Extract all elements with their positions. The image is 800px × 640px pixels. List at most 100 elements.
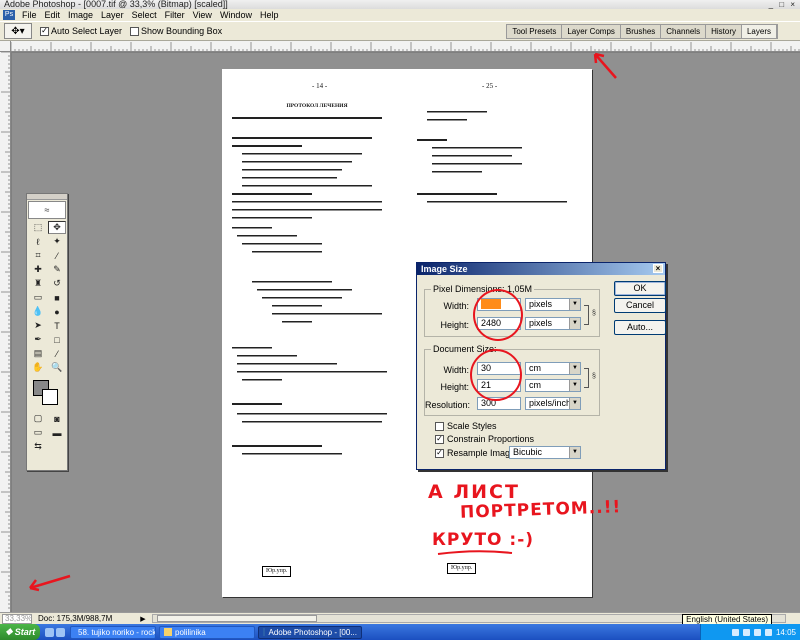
zoom-level-field[interactable]: 33,33%	[2, 613, 32, 624]
start-button[interactable]: ❖ Start	[0, 624, 40, 640]
tool-preset-picker[interactable]: ✥▾	[4, 23, 32, 39]
right-page-number: - 25 -	[482, 82, 498, 90]
taskbar: ❖ Start 58. tujiko noriko - rocket ... p…	[0, 624, 800, 640]
well-history[interactable]: History	[706, 25, 742, 38]
ruler-ticks-top	[11, 42, 800, 51]
pen-tool-icon[interactable]: ✒	[29, 333, 47, 346]
resample-image-checkbox[interactable]: ✓	[435, 448, 444, 458]
photoshop-logo-icon[interactable]: Ps	[3, 10, 15, 20]
quick-mask-mode-icon[interactable]: ◙	[48, 412, 66, 425]
auto-select-layer-option[interactable]: ✓ Auto Select Layer	[40, 26, 122, 36]
clock[interactable]: 14:05	[776, 628, 796, 637]
resample-image-option[interactable]: ✓ Resample Image:	[435, 448, 518, 458]
resolution-unit-select[interactable]: pixels/inch ▼	[525, 397, 581, 410]
well-tool-presets[interactable]: Tool Presets	[507, 25, 563, 38]
constrain-proportions-label: Constrain Proportions	[447, 434, 535, 444]
eraser-tool-icon[interactable]: ▭	[29, 291, 47, 304]
type-tool-icon[interactable]: T	[48, 319, 66, 332]
show-bounding-box-option[interactable]: Show Bounding Box	[130, 26, 222, 36]
scale-styles-option[interactable]: Scale Styles	[435, 421, 497, 431]
clone-stamp-tool-icon[interactable]: ♜	[29, 277, 47, 290]
magic-wand-tool-icon[interactable]: ✦	[48, 235, 66, 248]
tools-palette-titlebar[interactable]	[27, 194, 67, 200]
menu-edit[interactable]: Edit	[41, 10, 65, 20]
well-layer-comps[interactable]: Layer Comps	[562, 25, 621, 38]
resample-method-select[interactable]: Bicubic ▼	[509, 446, 581, 459]
vertical-ruler[interactable]	[0, 52, 11, 612]
jump-to-imageready-icon[interactable]: ⇆	[29, 440, 47, 453]
tray-network-icon[interactable]	[742, 628, 750, 636]
tray-app-icon[interactable]	[764, 628, 772, 636]
dialog-titlebar[interactable]: Image Size ×	[417, 263, 665, 275]
healing-brush-tool-icon[interactable]: ✚	[29, 263, 47, 276]
well-channels[interactable]: Channels	[661, 25, 707, 38]
scrollbar-thumb[interactable]	[157, 615, 317, 622]
lasso-tool-icon[interactable]: ℓ	[29, 235, 47, 248]
pixel-width-label: Width:	[443, 301, 469, 311]
background-color-swatch[interactable]	[42, 389, 58, 405]
menu-filter[interactable]: Filter	[161, 10, 189, 20]
marquee-tool-icon[interactable]: ⬚	[29, 221, 47, 234]
right-text-column	[417, 97, 587, 221]
menu-image[interactable]: Image	[64, 10, 97, 20]
notes-tool-icon[interactable]: ▤	[29, 347, 47, 360]
system-tray: 14:05	[700, 624, 800, 640]
tray-volume-icon[interactable]	[753, 628, 761, 636]
pixel-height-unit-select[interactable]: pixels ▼	[525, 317, 581, 330]
gradient-tool-icon[interactable]: ■	[48, 291, 66, 304]
crop-tool-icon[interactable]: ⌗	[29, 249, 47, 262]
screen-mode-full-icon[interactable]: ▬	[48, 426, 66, 439]
resolution-unit: pixels/inch	[529, 398, 572, 408]
show-bounding-box-checkbox[interactable]	[130, 26, 140, 36]
history-brush-tool-icon[interactable]: ↺	[48, 277, 66, 290]
menu-window[interactable]: Window	[216, 10, 256, 20]
shape-tool-icon[interactable]: □	[48, 333, 66, 346]
doc-height-unit-select[interactable]: cm ▼	[525, 379, 581, 392]
annotation-underline	[437, 550, 513, 555]
menu-layer[interactable]: Layer	[97, 10, 128, 20]
status-menu-arrow-icon[interactable]: ▶	[140, 615, 145, 623]
auto-button[interactable]: Auto...	[614, 320, 666, 335]
horizontal-ruler[interactable]	[11, 41, 800, 52]
cancel-button[interactable]: Cancel	[614, 298, 666, 313]
taskbar-item-photoshop[interactable]: Adobe Photoshop - [00...	[258, 625, 362, 639]
window-controls[interactable]: _ □ ×	[769, 0, 797, 9]
dodge-tool-icon[interactable]: ●	[48, 305, 66, 318]
move-tool-icon[interactable]: ✥	[48, 221, 66, 234]
doc-width-unit-select[interactable]: cm ▼	[525, 362, 581, 375]
eyedropper-tool-icon[interactable]: ⁄	[48, 347, 66, 360]
menu-select[interactable]: Select	[128, 10, 161, 20]
menu-file[interactable]: File	[18, 10, 41, 20]
screen-mode-standard-icon[interactable]: ▭	[29, 426, 47, 439]
taskbar-item-music[interactable]: 58. tujiko noriko - rocket ...	[70, 625, 156, 639]
quick-launch-desktop-icon[interactable]	[45, 627, 54, 637]
well-brushes[interactable]: Brushes	[620, 25, 662, 38]
slice-tool-icon[interactable]: ⁄	[48, 249, 66, 262]
auto-select-layer-checkbox[interactable]: ✓	[40, 26, 49, 36]
menu-bar: Ps File Edit Image Layer Select Filter V…	[0, 9, 800, 21]
zoom-tool-icon[interactable]: 🔍	[48, 361, 66, 374]
blur-tool-icon[interactable]: 💧	[29, 305, 47, 318]
scale-styles-checkbox[interactable]	[435, 421, 444, 431]
constrain-proportions-checkbox[interactable]: ✓	[435, 434, 444, 444]
tray-chevron-icon[interactable]	[731, 628, 739, 636]
options-bar: ✥▾ ✓ Auto Select Layer Show Bounding Box…	[0, 21, 800, 41]
hand-tool-icon[interactable]: ✋	[29, 361, 47, 374]
menu-view[interactable]: View	[189, 10, 216, 20]
adobe-online-icon[interactable]: ≈	[28, 201, 66, 219]
standard-mode-icon[interactable]: ▢	[29, 412, 47, 425]
well-layers[interactable]: Layers	[741, 25, 777, 38]
quick-launch-browser-icon[interactable]	[56, 627, 65, 637]
path-selection-tool-icon[interactable]: ➤	[29, 319, 47, 332]
brush-tool-icon[interactable]: ✎	[48, 263, 66, 276]
annotation-arrow-top	[593, 52, 617, 79]
taskbar-item-folder[interactable]: polilinika	[159, 625, 255, 639]
constrain-proportions-option[interactable]: ✓ Constrain Proportions	[435, 434, 534, 444]
pixel-width-unit-select[interactable]: pixels ▼	[525, 298, 581, 311]
ok-button[interactable]: OK	[614, 281, 666, 296]
close-icon[interactable]: ×	[653, 264, 663, 273]
document-sizes[interactable]: Doc: 175,3M/988,7M	[38, 614, 112, 623]
menu-help[interactable]: Help	[256, 10, 283, 20]
ruler-origin[interactable]	[0, 41, 11, 52]
chevron-down-icon: ▼	[569, 363, 580, 374]
